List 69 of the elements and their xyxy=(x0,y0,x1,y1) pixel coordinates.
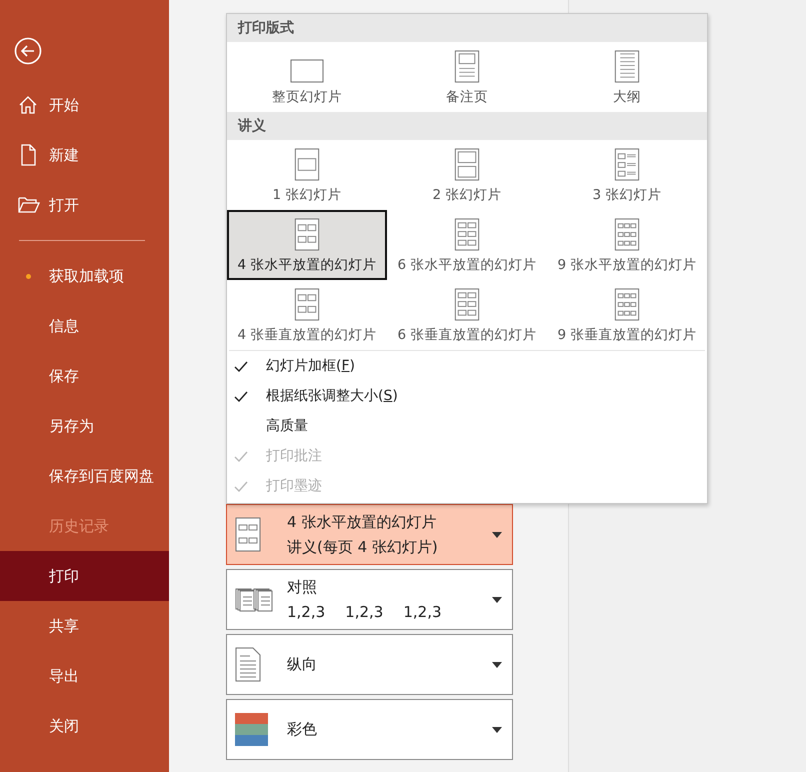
layout-option[interactable]: 2 张幻灯片 xyxy=(387,140,547,210)
checkmark-icon xyxy=(234,480,248,492)
setting-title: 4 张水平放置的幻灯片 xyxy=(287,512,438,532)
color-icon xyxy=(235,713,268,746)
layout-icon xyxy=(294,218,320,251)
sidebar-item[interactable]: 保存到百度网盘 xyxy=(0,451,169,501)
sidebar-item[interactable]: 信息 xyxy=(0,301,169,351)
sidebar-item[interactable]: 打印 xyxy=(0,551,169,601)
setting-subtitle: 讲义(每页 4 张幻灯片) xyxy=(287,538,439,556)
setting-dropdown[interactable]: 对照 1,2,3 1,2,3 1,2,3 xyxy=(226,569,513,630)
layout-icon xyxy=(290,59,324,83)
checkmark-icon xyxy=(234,390,248,402)
checkmark-icon xyxy=(234,450,248,462)
sidebar-item[interactable]: 开始 xyxy=(0,80,169,130)
home-icon xyxy=(18,95,38,115)
handout-icon xyxy=(235,516,261,552)
sidebar-item[interactable]: 获取加载项 xyxy=(0,251,169,301)
sidebar-item[interactable]: 保存 xyxy=(0,351,169,401)
sidebar-item[interactable]: 打开 xyxy=(0,180,169,230)
setting-title: 彩色 xyxy=(287,720,318,739)
folder-icon xyxy=(18,196,40,214)
layout-option[interactable]: 3 张幻灯片 xyxy=(547,140,707,210)
layout-icon xyxy=(294,288,320,321)
setting-dropdown[interactable]: 纵向 xyxy=(226,634,513,695)
layout-icon xyxy=(614,218,640,251)
caret-icon xyxy=(492,662,502,668)
setting-title: 对照 xyxy=(287,578,318,597)
layout-option[interactable]: 整页幻灯片 xyxy=(227,42,387,112)
layout-option[interactable]: 大纲 xyxy=(547,42,707,112)
back-icon[interactable] xyxy=(14,37,42,65)
layout-icon xyxy=(294,148,320,181)
layout-icon xyxy=(614,50,640,83)
layout-option[interactable]: 9 张垂直放置的幻灯片 xyxy=(547,280,707,350)
checkmark-icon xyxy=(234,360,248,372)
layout-icon xyxy=(614,148,640,181)
layout-icon xyxy=(454,218,480,251)
collate-icon xyxy=(235,588,273,612)
layout-option[interactable]: 6 张水平放置的幻灯片 xyxy=(387,210,547,280)
menu-option[interactable]: 高质量 xyxy=(227,411,707,441)
setting-title: 纵向 xyxy=(287,655,318,674)
sidebar-item[interactable]: 共享 xyxy=(0,601,169,651)
layout-option[interactable]: 1 张幻灯片 xyxy=(227,140,387,210)
layout-option[interactable]: 6 张垂直放置的幻灯片 xyxy=(387,280,547,350)
sidebar-item[interactable]: 关闭 xyxy=(0,701,169,751)
layout-icon xyxy=(454,288,480,321)
sidebar-item[interactable]: 另存为 xyxy=(0,401,169,451)
menu-option[interactable]: 幻灯片加框(F) xyxy=(227,351,707,381)
collate-order: 1,2,3 xyxy=(287,603,326,621)
layout-icon xyxy=(614,288,640,321)
layout-option[interactable]: 9 张水平放置的幻灯片 xyxy=(547,210,707,280)
layout-option[interactable]: 4 张水平放置的幻灯片 xyxy=(227,210,387,280)
layout-option[interactable]: 4 张垂直放置的幻灯片 xyxy=(227,280,387,350)
setting-dropdown[interactable]: 4 张水平放置的幻灯片 讲义(每页 4 张幻灯片) xyxy=(226,504,513,565)
sidebar-item[interactable]: 导出 xyxy=(0,651,169,701)
layout-icon xyxy=(454,148,480,181)
collate-order: 1,2,3 xyxy=(403,603,442,621)
caret-icon xyxy=(492,532,502,538)
setting-dropdown[interactable]: 彩色 xyxy=(226,699,513,760)
menu-section-header: 打印版式 xyxy=(227,14,707,42)
layout-option[interactable]: 备注页 xyxy=(387,42,547,112)
collate-order: 1,2,3 xyxy=(345,603,384,621)
portrait-page-icon xyxy=(235,647,261,682)
menu-section-header: 讲义 xyxy=(227,112,707,140)
caret-icon xyxy=(492,726,502,732)
layout-icon xyxy=(454,50,480,83)
sidebar-item[interactable]: 新建 xyxy=(0,130,169,180)
menu-option[interactable]: 根据纸张调整大小(S) xyxy=(227,381,707,411)
caret-icon xyxy=(492,596,502,602)
status-dot xyxy=(26,274,31,278)
